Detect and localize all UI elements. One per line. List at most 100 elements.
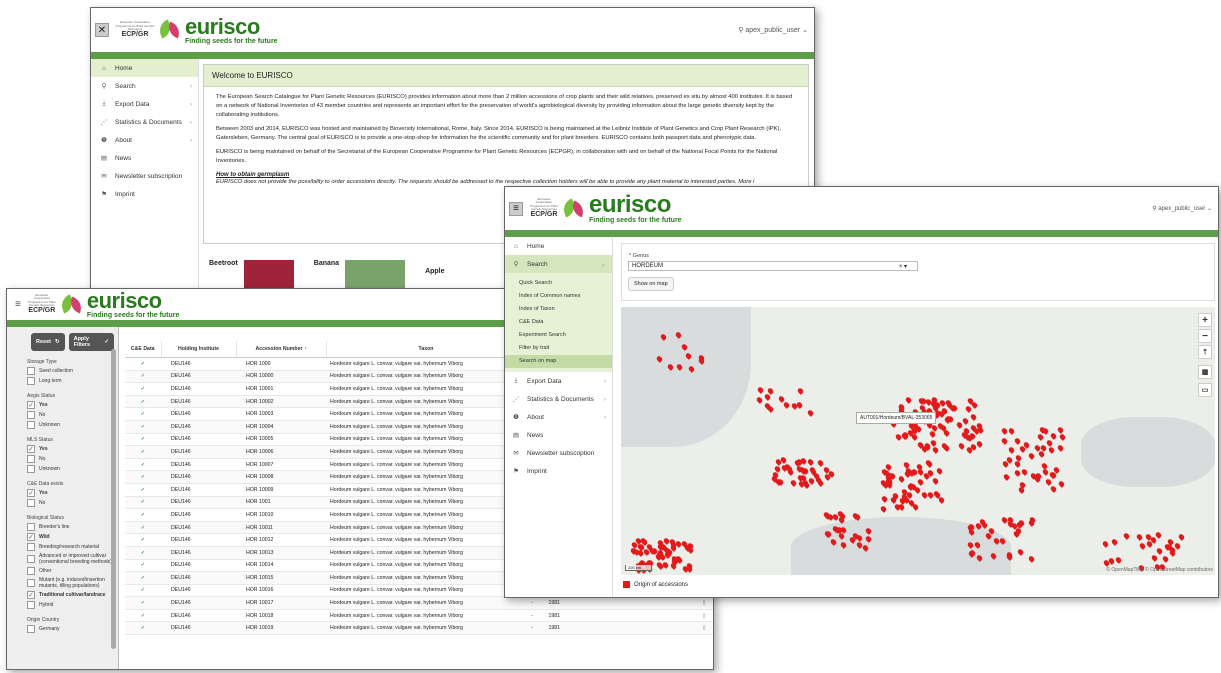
search-icon: ⚲ bbox=[101, 83, 107, 90]
clear-icon[interactable]: × ▾ bbox=[899, 263, 907, 270]
checkbox[interactable] bbox=[27, 465, 35, 473]
logo[interactable]: European Cooperative Programme for Plant… bbox=[529, 193, 681, 225]
menu-toggle-button[interactable]: ≡ bbox=[509, 201, 523, 216]
filter-option[interactable]: ✓ Yes bbox=[27, 401, 114, 409]
filter-option[interactable]: Unknown bbox=[27, 421, 114, 429]
filter-option[interactable]: Germany bbox=[27, 625, 114, 633]
filter-option[interactable]: Hybrid bbox=[27, 601, 114, 609]
checkbox[interactable]: ✓ bbox=[27, 489, 35, 497]
submenu-item-filter-by-trait[interactable]: Filter by trait bbox=[519, 342, 612, 355]
filter-option[interactable]: ✓ Yes bbox=[27, 489, 114, 497]
zoom-in-button[interactable]: + bbox=[1198, 313, 1212, 327]
sidebar-item-export-data[interactable]: ⤓ Export Data › bbox=[91, 95, 198, 113]
reset-button[interactable]: Reset ↻ bbox=[31, 333, 65, 351]
sidebar-item-imprint[interactable]: ⚑ Imprint bbox=[91, 185, 198, 203]
fullscreen-icon[interactable]: ▭ bbox=[1198, 383, 1212, 397]
sidebar-item-search[interactable]: ⚲ Search ⌄ bbox=[505, 255, 612, 273]
filter-option[interactable]: Mutant (e.g. induced/insertion mutants, … bbox=[27, 577, 114, 589]
filter-scrollbar[interactable] bbox=[111, 349, 116, 649]
checkbox[interactable] bbox=[27, 625, 35, 633]
table-row[interactable]: ✓ DEU146 HOR 10018 Hordeum vulgare L. conva… bbox=[125, 609, 713, 623]
checkbox[interactable] bbox=[27, 367, 35, 375]
user-menu[interactable]: ⚲ apex_public_user ⌄ bbox=[1152, 205, 1212, 212]
filter-option[interactable]: Breeder's line bbox=[27, 523, 114, 531]
filter-option[interactable]: No bbox=[27, 455, 114, 463]
show-on-map-button[interactable]: Show on map bbox=[628, 277, 674, 291]
sidebar-item-newsletter-subscription[interactable]: ✉ Newsletter subscription bbox=[505, 444, 612, 462]
submenu-item-search-on-map[interactable]: Search on map bbox=[505, 355, 612, 368]
filter-option[interactable]: Unknown bbox=[27, 465, 114, 473]
qr-icon[interactable]: ▦ bbox=[1198, 365, 1212, 379]
logo[interactable]: European Cooperative Programme for Plant… bbox=[115, 15, 278, 45]
filter-option[interactable]: ✓ Traditional cultivar/landrace bbox=[27, 591, 114, 599]
column-header-taxon[interactable]: Taxon bbox=[326, 341, 527, 358]
crop-card[interactable]: Beetroot bbox=[209, 250, 294, 288]
checkbox[interactable]: ✓ bbox=[27, 591, 35, 599]
checkbox[interactable] bbox=[27, 499, 35, 507]
user-menu[interactable]: ⚲ apex_public_user ⌄ bbox=[738, 26, 808, 34]
filter-option-label: Wild bbox=[39, 534, 50, 540]
sidebar-item-news[interactable]: ▤ News bbox=[91, 149, 198, 167]
checkbox[interactable] bbox=[27, 421, 35, 429]
apply-filters-button[interactable]: Apply Filters ✓ bbox=[68, 333, 114, 351]
checkbox[interactable] bbox=[27, 543, 35, 551]
document-icon[interactable]: ▯ bbox=[693, 609, 713, 623]
zoom-out-button[interactable]: − bbox=[1198, 329, 1212, 343]
sidebar-item-statistics-documents[interactable]: ⋰ Statistics & Documents › bbox=[505, 390, 612, 408]
checkbox[interactable] bbox=[27, 579, 35, 587]
filter-option[interactable]: Long term bbox=[27, 377, 114, 385]
column-header-c-e-data[interactable]: C&E Data bbox=[125, 341, 162, 358]
table-row[interactable]: ✓ DEU146 HOR 10019 Hordeum vulgare L. conva… bbox=[125, 621, 713, 636]
sidebar-item-imprint[interactable]: ⚑ Imprint bbox=[505, 462, 612, 480]
filter-option[interactable]: ✓ Yes bbox=[27, 445, 114, 453]
sidebar-item-about[interactable]: ❶ About › bbox=[91, 131, 198, 149]
crop-card[interactable]: Banana bbox=[314, 250, 406, 288]
sidebar-item-search[interactable]: ⚲ Search › bbox=[91, 77, 198, 95]
checkbox[interactable]: ✓ bbox=[27, 445, 35, 453]
sidebar-item-news[interactable]: ▤ News bbox=[505, 426, 612, 444]
checkbox[interactable] bbox=[27, 523, 35, 531]
filter-option[interactable]: Advanced or improved cultivar (conventio… bbox=[27, 553, 114, 565]
submenu-item-experiment-search[interactable]: Experiment Search bbox=[519, 329, 612, 342]
checkbox[interactable] bbox=[27, 411, 35, 419]
genus-select[interactable]: HORDEUM × ▾ bbox=[628, 261, 918, 271]
filter-option[interactable]: No bbox=[27, 499, 114, 507]
sidebar-item-export-data[interactable]: ⤓ Export Data › bbox=[505, 372, 612, 390]
filter-option[interactable]: Other bbox=[27, 567, 114, 575]
sidebar-item-home[interactable]: ⌂ Home bbox=[505, 237, 612, 255]
filter-option[interactable]: No bbox=[27, 411, 114, 419]
column-header-holding-institute[interactable]: Holding Institute bbox=[161, 341, 237, 358]
compass-icon[interactable]: ⇡ bbox=[1198, 345, 1212, 359]
origin-map[interactable]: AUT001/Hordeum/BVAL-353065 + − ⇡ ▦ ▭ 200… bbox=[621, 307, 1215, 575]
checkbox[interactable] bbox=[27, 377, 35, 385]
checkbox[interactable] bbox=[27, 455, 35, 463]
column-header-accession-number[interactable]: Accession Number ↑ bbox=[236, 341, 327, 358]
submenu-item-index-of-taxon[interactable]: Index of Taxon bbox=[519, 303, 612, 316]
menu-toggle-button[interactable]: ✕ bbox=[95, 23, 109, 37]
header: ✕ European Cooperative Programme for Pla… bbox=[91, 8, 814, 52]
submenu-item-quick-search[interactable]: Quick Search bbox=[519, 277, 612, 290]
sidebar-item-statistics-documents[interactable]: ⋰ Statistics & Documents › bbox=[91, 113, 198, 131]
submenu-item-index-of-common-names[interactable]: Index of Common names bbox=[519, 290, 612, 303]
accession-number-cell: HOR 10010 bbox=[236, 508, 326, 522]
checkbox[interactable] bbox=[27, 567, 35, 575]
filter-option[interactable]: Seed collection bbox=[27, 367, 114, 375]
submenu-item-c-e-data[interactable]: C&E Data bbox=[519, 316, 612, 329]
sidebar-item-home[interactable]: ⌂ Home bbox=[91, 59, 198, 77]
menu-toggle-button[interactable]: ≡ bbox=[15, 299, 21, 310]
table-row[interactable]: ✓ DEU146 HOR 10017 Hordeum vulgare L. conva… bbox=[125, 596, 713, 610]
sidebar-item-about[interactable]: ❶ About › bbox=[505, 408, 612, 426]
document-icon[interactable]: ▯ bbox=[693, 621, 713, 636]
checkbox[interactable] bbox=[27, 555, 35, 563]
checkbox[interactable]: ✓ bbox=[27, 401, 35, 409]
filter-option[interactable]: ✓ Wild bbox=[27, 533, 114, 541]
crop-card[interactable]: Apple bbox=[425, 250, 444, 288]
filter-option-label: Traditional cultivar/landrace bbox=[39, 592, 106, 598]
logo[interactable]: European Cooperative Programme for Plant… bbox=[27, 290, 179, 320]
checkbox[interactable]: ✓ bbox=[27, 533, 35, 541]
document-icon[interactable]: ▯ bbox=[693, 596, 713, 610]
year-cell: 1981 bbox=[538, 609, 694, 623]
sidebar-item-newsletter-subscription[interactable]: ✉ Newsletter subscription bbox=[91, 167, 198, 185]
checkbox[interactable] bbox=[27, 601, 35, 609]
filter-option[interactable]: Breeding/research material bbox=[27, 543, 114, 551]
